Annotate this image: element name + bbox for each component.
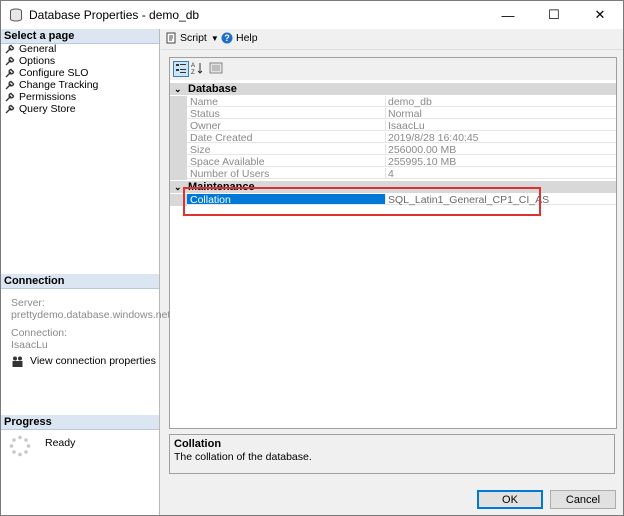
alphabetical-button[interactable]: A Z	[190, 61, 206, 77]
page-label: Configure SLO	[19, 67, 89, 79]
description-title: Collation	[174, 438, 222, 450]
sort-alphabetical-icon: A Z	[191, 63, 203, 76]
view-connection-properties-link[interactable]: View connection properties	[11, 355, 156, 367]
users-icon	[12, 356, 23, 367]
description-pane: Collation The collation of the database.	[169, 434, 615, 474]
title-bar[interactable]: Database Properties - demo_db — ☐ ✕	[1, 1, 623, 29]
cancel-button[interactable]: Cancel	[550, 490, 616, 509]
connection-value: IsaacLu	[11, 339, 48, 351]
view-connection-label: View connection properties	[30, 355, 156, 367]
help-icon: ?	[221, 32, 233, 44]
chevron-down-icon: ▼	[210, 33, 219, 43]
property-row-size[interactable]: Size 256000.00 MB	[170, 144, 616, 156]
page-label: Options	[19, 55, 56, 67]
minimize-button[interactable]: —	[485, 1, 531, 29]
property-grid-toolbar: A Z	[170, 58, 616, 80]
page-label: Permissions	[19, 91, 77, 103]
spinner-icon	[9, 435, 31, 457]
property-value: 256000.00 MB	[386, 144, 616, 156]
page-general[interactable]: General	[5, 43, 56, 55]
category-label: Database	[188, 83, 237, 95]
script-button[interactable]: Script ▼	[165, 32, 219, 44]
page-change-tracking[interactable]: Change Tracking	[5, 79, 98, 91]
wrench-icon	[5, 56, 15, 66]
select-page-header: Select a page	[1, 29, 159, 44]
page-configure-slo[interactable]: Configure SLO	[5, 67, 88, 79]
database-properties-window: Database Properties - demo_db — ☐ ✕ Sele…	[0, 0, 624, 516]
page-label: General	[19, 43, 57, 55]
property-row-owner[interactable]: Owner IsaacLu	[170, 120, 616, 132]
main-toolbar: Script ▼ ? Help	[161, 29, 623, 50]
progress-header: Progress	[1, 415, 159, 430]
database-icon	[10, 8, 22, 22]
property-pages-icon	[209, 62, 223, 74]
property-row-space-available[interactable]: Space Available 255995.10 MB	[170, 156, 616, 168]
help-label: Help	[236, 32, 258, 44]
left-pane: Select a page General Options Configure …	[1, 29, 170, 515]
collapse-icon[interactable]: ⌄	[174, 83, 182, 95]
property-name: Date Created	[187, 132, 386, 144]
wrench-icon	[5, 80, 15, 90]
property-row-status[interactable]: Status Normal	[170, 108, 616, 120]
property-name: Number of Users	[187, 168, 386, 180]
property-value: 2019/8/28 16:40:45	[386, 132, 616, 144]
property-row-number-of-users[interactable]: Number of Users 4	[170, 168, 616, 180]
wrench-icon	[5, 92, 15, 102]
property-name: Size	[187, 144, 386, 156]
svg-text:A: A	[191, 63, 195, 69]
svg-text:?: ?	[224, 33, 230, 43]
connection-header: Connection	[1, 274, 159, 289]
wrench-icon	[5, 104, 15, 114]
page-query-store[interactable]: Query Store	[5, 103, 76, 115]
help-button[interactable]: ? Help	[221, 32, 258, 44]
script-label: Script	[180, 32, 207, 44]
property-name: Owner	[187, 120, 386, 132]
property-grid: A Z ⌄ Database Name demo_db Status Norma…	[169, 57, 617, 429]
property-value: IsaacLu	[386, 120, 616, 132]
page-permissions[interactable]: Permissions	[5, 91, 76, 103]
property-value: demo_db	[386, 96, 616, 108]
property-name: Status	[187, 108, 386, 120]
categorized-icon	[176, 64, 186, 73]
property-row-date-created[interactable]: Date Created 2019/8/28 16:40:45	[170, 132, 616, 144]
category-database[interactable]: ⌄ Database	[170, 83, 616, 95]
highlight-annotation	[183, 187, 541, 216]
collapse-icon[interactable]: ⌄	[174, 181, 182, 193]
window-title: Database Properties - demo_db	[29, 8, 200, 22]
server-label: Server:	[11, 297, 45, 309]
page-options[interactable]: Options	[5, 55, 55, 67]
script-icon	[166, 32, 176, 44]
connection-label: Connection:	[11, 327, 68, 339]
close-button[interactable]: ✕	[577, 1, 623, 29]
page-label: Query Store	[19, 103, 76, 115]
server-value: prettydemo.database.windows.net	[11, 309, 171, 321]
property-name: Name	[187, 96, 386, 108]
property-row-name[interactable]: Name demo_db	[170, 96, 616, 108]
property-value: 4	[386, 168, 616, 180]
wrench-icon	[5, 44, 15, 54]
maximize-button[interactable]: ☐	[531, 1, 577, 29]
property-pages-button[interactable]	[209, 61, 225, 77]
property-value: Normal	[386, 108, 616, 120]
ok-button[interactable]: OK	[477, 490, 543, 509]
property-value: 255995.10 MB	[386, 156, 616, 168]
property-name: Space Available	[187, 156, 386, 168]
wrench-icon	[5, 68, 15, 78]
categorized-button[interactable]	[173, 61, 189, 77]
progress-status: Ready	[45, 437, 76, 449]
svg-text:Z: Z	[191, 70, 195, 75]
description-text: The collation of the database.	[174, 451, 312, 463]
page-label: Change Tracking	[19, 79, 99, 91]
